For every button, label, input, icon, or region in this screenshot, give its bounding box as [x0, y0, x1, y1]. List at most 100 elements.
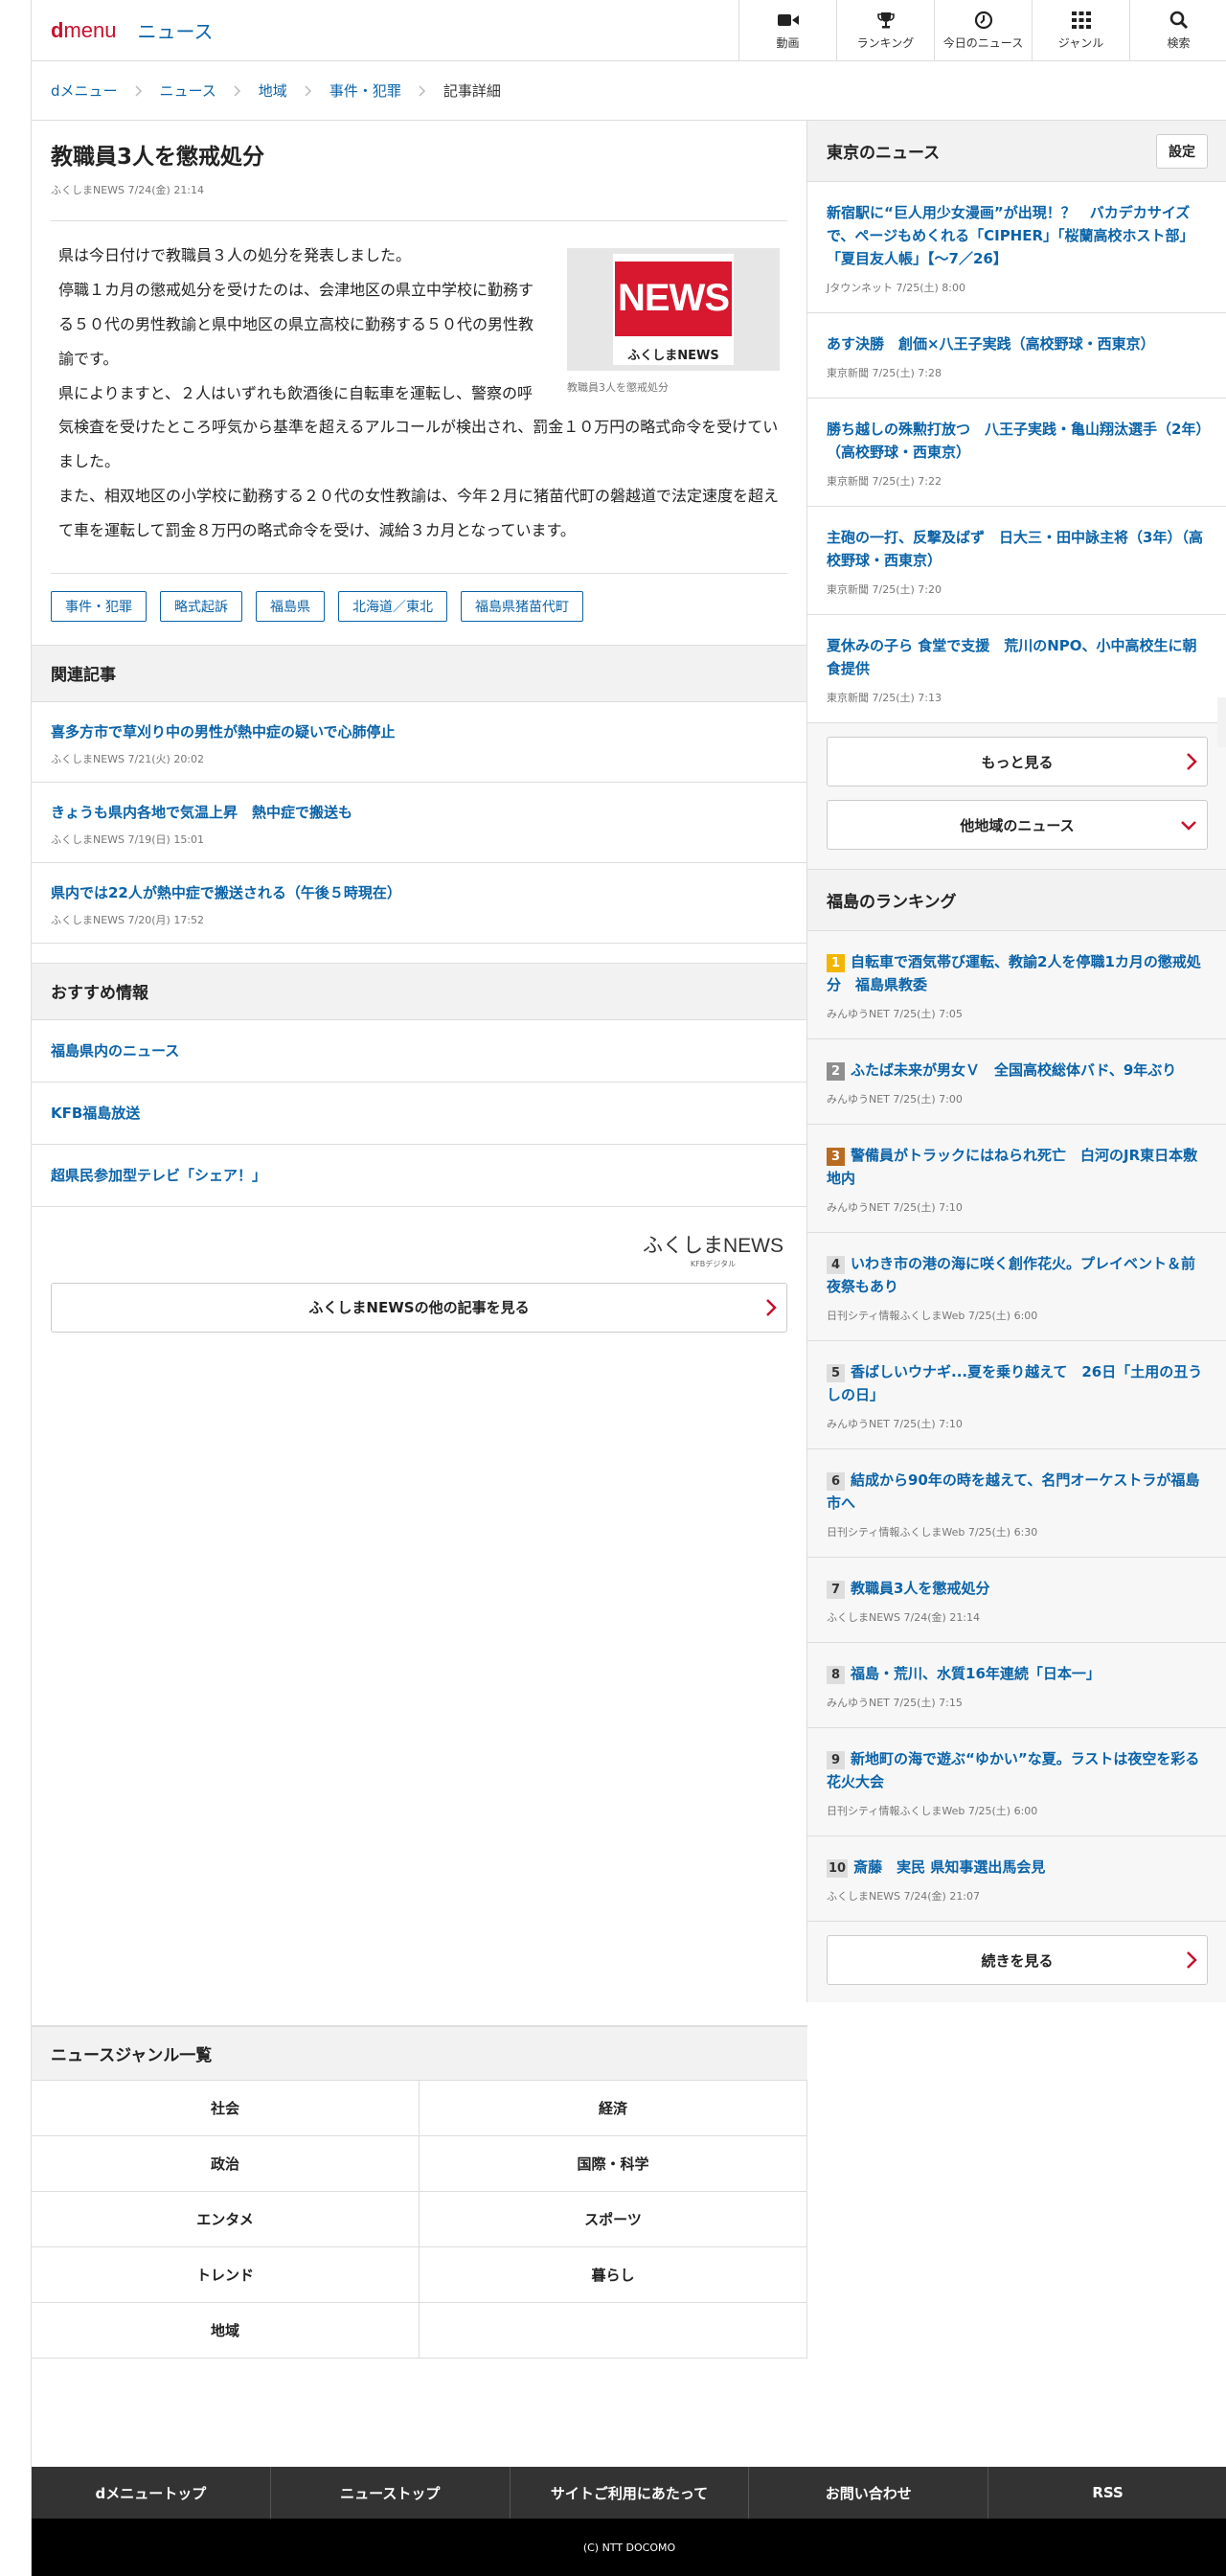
- article-paragraph: また、相双地区の小学校に勤務する２０代の女性教諭は、今年２月に猪苗代町の磐越道で…: [58, 486, 780, 539]
- article-title: 教職員3人を懲戒処分: [51, 145, 265, 170]
- genre-link-sports[interactable]: スポーツ: [420, 2192, 807, 2247]
- ranking-title: 自転車で酒気帯び運転、教諭2人を停職1カ月の懲戒処分 福島県教委: [827, 953, 1201, 993]
- recommend-link[interactable]: KFB福島放送: [32, 1083, 806, 1145]
- genre-link-trend[interactable]: トレンド: [32, 2247, 420, 2303]
- genre-link-life[interactable]: 暮らし: [420, 2247, 807, 2303]
- related-link[interactable]: 喜多方市で草刈り中の男性が熱中症の疑いで心肺停止: [51, 723, 396, 741]
- ranking-meta: 日刊シティ情報ふくしまWeb 7/25(土) 6:00: [827, 1310, 1038, 1322]
- genre-heading: ニュースジャンル一覧: [32, 2026, 807, 2080]
- news-link[interactable]: 勝ち越しの殊勲打放つ 八王子実践・亀山翔汰選手（2年）（高校野球・西東京）: [827, 421, 1203, 461]
- ranking-heading: 福島のランキング: [807, 870, 1226, 931]
- ranking-item: 2 ふたば未来が男女Ｖ 全国高校総体バド、9年ぶり みんゆうNET 7/25(土)…: [807, 1039, 1226, 1125]
- breadcrumb-crime[interactable]: 事件・犯罪: [329, 80, 401, 101]
- site-logo[interactable]: d menu ニュース: [51, 16, 214, 44]
- genre-link-society[interactable]: 社会: [32, 2081, 420, 2136]
- ranking-link[interactable]: 5 香ばしいウナギ...夏を乗り越えて 26日「土用の丑うしの日」: [827, 1363, 1202, 1403]
- nav-today-label: 今日のニュース: [942, 36, 1024, 50]
- chevron-right-icon: [287, 84, 329, 97]
- breadcrumb-news[interactable]: ニュース: [160, 80, 216, 101]
- ranking-link[interactable]: 2 ふたば未来が男女Ｖ 全国高校総体バド、9年ぶり: [827, 1061, 1177, 1081]
- nav-search[interactable]: 検索: [1129, 0, 1226, 60]
- footer-contact[interactable]: お問い合わせ: [749, 2467, 989, 2519]
- chevron-right-icon: [1186, 1950, 1197, 1973]
- related-meta: ふくしまNEWS 7/21(火) 20:02: [51, 752, 205, 765]
- video-icon: [777, 10, 799, 31]
- other-region-label: 他地域のニュース: [960, 816, 1075, 834]
- ranking-meta: みんゆうNET 7/25(土) 7:10: [827, 1201, 963, 1214]
- footer-rss[interactable]: RSS: [988, 2467, 1226, 2519]
- tag-hokkaido-tohoku[interactable]: 北海道／東北: [338, 590, 447, 622]
- sidebar: 東京のニュース 設定 新宿駅に“巨人用少女漫画”が出現！？ バカデカサイズで、ペ…: [807, 121, 1226, 2002]
- rank-badge: 7: [827, 1581, 845, 1599]
- tag-summary-indictment[interactable]: 略式起訴: [160, 590, 242, 622]
- ranking-more-button[interactable]: 続きを見る: [827, 1935, 1208, 1985]
- breadcrumb-dmenu[interactable]: dメニュー: [51, 80, 118, 101]
- logo-menu: menu: [63, 17, 117, 42]
- ranking-title: ふたば未来が男女Ｖ 全国高校総体バド、9年ぶり: [851, 1061, 1177, 1079]
- nav-today[interactable]: 今日のニュース: [934, 0, 1032, 60]
- search-icon: [1169, 10, 1189, 31]
- ranking-link[interactable]: 6 結成から90年の時を越えて、名門オーケストラが福島市へ: [827, 1471, 1199, 1512]
- recommend-link[interactable]: 福島県内のニュース: [32, 1020, 806, 1083]
- recommend-link[interactable]: 超県民参加型テレビ「シェア！」: [32, 1145, 806, 1207]
- image-news-label: NEWS: [615, 262, 732, 337]
- ranking-item: 9 新地町の海で遊ぶ“ゆかい”な夏。ラストは夜空を彩る花火大会 日刊シティ情報ふく…: [807, 1728, 1226, 1836]
- nav-video[interactable]: 動画: [738, 0, 836, 60]
- ranking-link[interactable]: 4 いわき市の港の海に咲く創作花火。プレイベント＆前夜祭もあり: [827, 1255, 1195, 1295]
- nav-ranking[interactable]: ランキング: [836, 0, 934, 60]
- ranking-meta: みんゆうNET 7/25(土) 7:10: [827, 1418, 963, 1430]
- breadcrumb-region[interactable]: 地域: [259, 80, 287, 101]
- copyright: (C) NTT DOCOMO: [32, 2519, 1226, 2576]
- ranking-link[interactable]: 10 斎藤 実民 県知事選出馬会見: [827, 1858, 1045, 1878]
- ranking-title: 警備員がトラックにはねられ死亡 白河のJR東日本敷地内: [827, 1147, 1198, 1187]
- news-link[interactable]: 主砲の一打、反撃及ばず 日大三・田中詠主将（3年）（高校野球・西東京）: [827, 529, 1203, 569]
- genre-link-economy[interactable]: 経済: [420, 2081, 807, 2136]
- ranking-meta: 日刊シティ情報ふくしまWeb 7/25(土) 6:30: [827, 1526, 1038, 1539]
- nav-ranking-label: ランキング: [856, 36, 915, 50]
- genre-link-region[interactable]: 地域: [32, 2303, 420, 2359]
- genre-link-international[interactable]: 国際・科学: [420, 2136, 807, 2192]
- back-to-top-button[interactable]: [1217, 697, 1226, 747]
- rank-badge: 3: [827, 1148, 845, 1166]
- ranking-link[interactable]: 9 新地町の海で遊ぶ“ゆかい”な夏。ラストは夜空を彩る花火大会: [827, 1750, 1199, 1790]
- image-caption: 教職員3人を懲戒処分: [567, 381, 669, 395]
- ranking-item: 1 自転車で酒気帯び運転、教諭2人を停職1カ月の懲戒処分 福島県教委 みんゆうNE…: [807, 931, 1226, 1039]
- other-region-button[interactable]: 他地域のニュース: [827, 800, 1208, 850]
- tag-inawashiro[interactable]: 福島県猪苗代町: [461, 590, 583, 622]
- ranking-link[interactable]: 7 教職員3人を懲戒処分: [827, 1580, 989, 1599]
- news-link[interactable]: 夏休みの子ら 食堂で支援 荒川のNPO、小中高校生に朝食提供: [827, 637, 1197, 677]
- breadcrumb-current: 記事詳細: [443, 82, 501, 100]
- related-link[interactable]: きょうも県内各地で気温上昇 熱中症で搬送も: [51, 804, 352, 821]
- tokyo-news-list: 新宿駅に“巨人用少女漫画”が出現！？ バカデカサイズで、ページもめくれる「CIP…: [807, 182, 1226, 723]
- article-meta: ふくしまNEWS 7/24(金) 21:14: [51, 184, 205, 197]
- news-link[interactable]: 新宿駅に“巨人用少女漫画”が出現！？ バカデカサイズで、ページもめくれる「CIP…: [827, 204, 1194, 267]
- chevron-right-icon: [765, 1298, 777, 1321]
- tag-fukushima[interactable]: 福島県: [256, 590, 325, 622]
- footer-dmenu-top[interactable]: dメニュートップ: [32, 2467, 271, 2519]
- tag-crime[interactable]: 事件・犯罪: [51, 590, 147, 622]
- ranking-link[interactable]: 1 自転車で酒気帯び運転、教諭2人を停職1カ月の懲戒処分 福島県教委: [827, 953, 1201, 993]
- clock-icon: [974, 10, 993, 31]
- settings-button[interactable]: 設定: [1156, 133, 1208, 169]
- more-source-button[interactable]: ふくしまNEWSの他の記事を見る: [51, 1282, 787, 1333]
- footer-terms[interactable]: サイトご利用にあたって: [511, 2467, 750, 2519]
- source-logo-name: ふくしまNEWS: [643, 1234, 783, 1257]
- more-source-label: ふくしまNEWSの他の記事を見る: [308, 1299, 530, 1317]
- genre-link-entertainment[interactable]: エンタメ: [32, 2192, 420, 2247]
- related-meta: ふくしまNEWS 7/20(月) 17:52: [51, 913, 205, 926]
- ranking-link[interactable]: 8 福島・荒川、水質16年連続「日本一」: [827, 1665, 1101, 1684]
- genre-empty-cell: [420, 2303, 807, 2359]
- news-link[interactable]: あす決勝 創価×八王子実践（高校野球・西東京）: [827, 335, 1155, 353]
- article-image[interactable]: NEWS ふくしまNEWS 教職員3人を懲戒処分: [567, 248, 780, 400]
- ranking-link[interactable]: 3 警備員がトラックにはねられ死亡 白河のJR東日本敷地内: [827, 1147, 1197, 1187]
- article: 教職員3人を懲戒処分 ふくしまNEWS 7/24(金) 21:14 NEWS ふ…: [32, 121, 806, 645]
- genre-grid: 社会 経済 政治 国際・科学 エンタメ スポーツ トレンド 暮らし 地域: [32, 2080, 807, 2359]
- footer-news-top[interactable]: ニューストップ: [271, 2467, 511, 2519]
- section-title[interactable]: ニュース: [138, 16, 214, 44]
- more-button[interactable]: もっと見る: [827, 737, 1208, 786]
- ranking-meta: みんゆうNET 7/25(土) 7:15: [827, 1697, 963, 1709]
- nav-genre[interactable]: ジャンル: [1032, 0, 1129, 60]
- rank-badge: 5: [827, 1364, 845, 1382]
- related-link[interactable]: 県内では22人が熱中症で搬送される（午後５時現在）: [51, 884, 401, 901]
- genre-link-politics[interactable]: 政治: [32, 2136, 420, 2192]
